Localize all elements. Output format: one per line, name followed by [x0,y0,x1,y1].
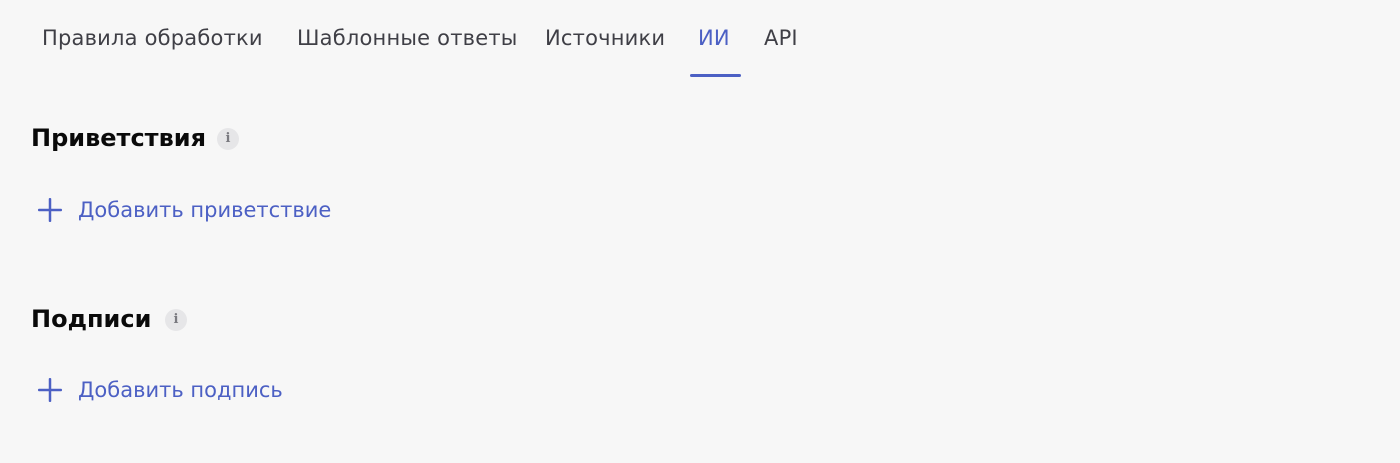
add-greeting-label: Добавить приветствие [78,198,332,222]
add-signature-button[interactable]: Добавить подпись [37,375,283,405]
tab-bar: Правила обработки Шаблонные ответы Источ… [0,0,1400,80]
tab-api[interactable]: API [764,26,798,50]
plus-icon [38,198,62,222]
plus-icon [38,378,62,402]
signatures-section-title: Подписи [31,305,152,333]
tab-ai[interactable]: ИИ [698,26,730,50]
tab-sources[interactable]: Источники [545,26,665,50]
tab-processing-rules[interactable]: Правила обработки [42,26,263,50]
add-greeting-button[interactable]: Добавить приветствие [37,195,331,225]
tab-template-replies[interactable]: Шаблонные ответы [297,26,518,50]
greetings-section-title: Приветствия [31,124,207,152]
greetings-info-icon[interactable]: i [217,128,239,150]
add-signature-label: Добавить подпись [78,378,283,402]
active-tab-indicator [690,74,741,77]
signatures-info-icon[interactable]: i [165,309,187,331]
settings-page: Правила обработки Шаблонные ответы Источ… [0,0,1400,463]
